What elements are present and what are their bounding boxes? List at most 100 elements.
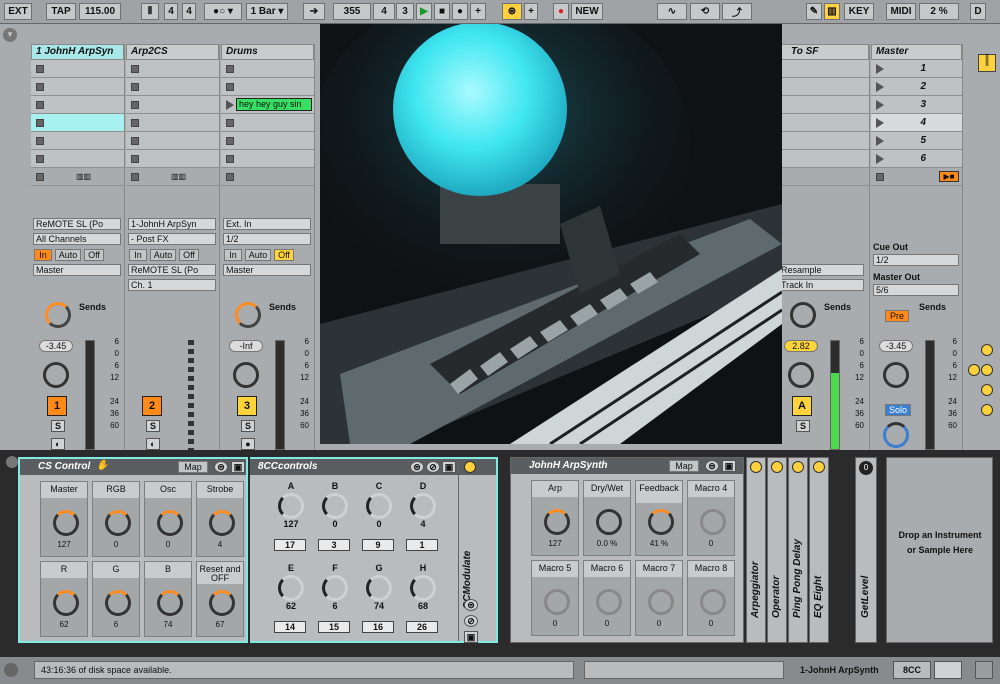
collapse-icon[interactable] (4, 663, 18, 677)
macro-knob[interactable] (105, 510, 131, 536)
track-activator-button[interactable]: 1 (47, 396, 67, 416)
stop-clip-icon[interactable] (226, 173, 234, 181)
macro-3[interactable]: Osc 0 (144, 481, 192, 557)
macro-knob[interactable] (700, 589, 726, 615)
crossfader-toggle-icon[interactable] (981, 404, 993, 416)
device-on-icon[interactable] (750, 461, 762, 473)
automation-arm-icon[interactable]: + (524, 3, 538, 20)
output-menu[interactable]: Resample (778, 264, 864, 276)
stop-square-icon[interactable] (226, 137, 234, 145)
record-icon[interactable]: ● (452, 3, 468, 20)
macro-8[interactable]: Reset and OFF 67 (196, 561, 244, 637)
device-on-icon[interactable] (771, 461, 783, 473)
stop-square-icon[interactable] (226, 83, 234, 91)
edit-icon[interactable]: ⊘ (464, 615, 478, 627)
cue-volume-knob[interactable] (883, 422, 909, 448)
send-knob[interactable] (45, 302, 71, 328)
map-button[interactable]: Map (669, 460, 699, 472)
cc-number-box[interactable]: 9 (362, 539, 394, 551)
output-menu[interactable]: Master (223, 264, 311, 276)
monitor-auto-button[interactable]: Auto (245, 249, 271, 261)
solo-cue-button[interactable]: Solo (885, 404, 911, 416)
monitor-off-button[interactable]: Off (274, 249, 294, 261)
midi-map-button[interactable]: MIDI (886, 3, 916, 20)
volume-field[interactable]: -3.45 (39, 340, 73, 352)
device-on-icon[interactable] (792, 461, 804, 473)
macro-6[interactable]: Macro 6 0 (583, 560, 631, 636)
cc-knob[interactable] (278, 493, 304, 519)
operator-device[interactable]: Operator (767, 457, 787, 643)
macro-knob[interactable] (544, 509, 570, 535)
sends-toggle-icon[interactable] (968, 364, 980, 376)
play-icon[interactable]: ▶ (416, 3, 432, 20)
key-map-button[interactable]: KEY (844, 3, 874, 20)
arm-icon[interactable]: ◐ (51, 438, 65, 450)
macro-8[interactable]: Macro 8 0 (687, 560, 735, 636)
output-channel-menu[interactable]: Ch. 1 (128, 279, 216, 291)
follow-icon[interactable]: ➔ (303, 3, 325, 20)
stop-square-icon[interactable] (36, 83, 44, 91)
hot-swap-icon[interactable]: ⊜ (410, 461, 424, 473)
master-out-menu[interactable]: 5/6 (873, 284, 959, 296)
overdub-icon[interactable]: ⊛ (502, 3, 522, 20)
save-icon[interactable]: ▣ (722, 460, 736, 472)
device-on-icon[interactable]: 0 (859, 461, 873, 475)
scene-launch-icon[interactable] (876, 136, 884, 146)
solo-button[interactable]: S (51, 420, 65, 432)
scene-launch-icon[interactable] (876, 82, 884, 92)
edit-icon[interactable]: ⊘ (426, 461, 440, 473)
nudge-icon[interactable]: ⦀ (141, 3, 159, 20)
session-view-icon[interactable]: ║ (978, 54, 996, 72)
monitor-off-button[interactable]: Off (179, 249, 199, 261)
input-channel-menu[interactable]: - Post FX (128, 233, 216, 245)
track-in-menu[interactable]: Track In (778, 279, 864, 291)
macro-knob[interactable] (105, 590, 131, 616)
scene-launch-icon[interactable] (876, 64, 884, 74)
panel-toggle-icon[interactable] (975, 661, 993, 679)
macro-knob[interactable] (53, 510, 79, 536)
cc-knob[interactable] (366, 493, 392, 519)
save-icon[interactable]: ▣ (442, 461, 456, 473)
scene-launch-icon[interactable] (876, 100, 884, 110)
signature-denominator[interactable]: 4 (182, 3, 196, 20)
stop-square-icon[interactable] (131, 101, 139, 109)
macro-knob[interactable] (648, 589, 674, 615)
cc-number-box[interactable]: 16 (362, 621, 394, 633)
stop-square-icon[interactable] (36, 137, 44, 145)
macro-knob[interactable] (648, 509, 674, 535)
cc-knob[interactable] (410, 493, 436, 519)
clip[interactable]: hey hey guy sin (236, 98, 312, 111)
monitor-auto-button[interactable]: Auto (55, 249, 81, 261)
monitor-in-button[interactable]: In (129, 249, 147, 261)
add-icon[interactable]: + (470, 3, 486, 20)
stop-square-icon[interactable] (36, 101, 44, 109)
device-tab[interactable]: 8CC (893, 661, 931, 679)
arm-icon[interactable]: ◐ (146, 438, 160, 450)
macro-knob[interactable] (544, 589, 570, 615)
device-on-icon[interactable] (813, 461, 825, 473)
eq-eight-device[interactable]: EQ Eight (809, 457, 829, 643)
stop-square-icon[interactable] (36, 65, 44, 73)
punch-icon[interactable]: ⤴ (722, 3, 752, 20)
stop-square-icon[interactable] (226, 155, 234, 163)
pan-knob[interactable] (233, 362, 259, 388)
stop-square-icon[interactable] (131, 155, 139, 163)
device-title[interactable]: 8CCcontrols (250, 459, 496, 475)
device-on-icon[interactable] (464, 461, 476, 473)
track-title[interactable]: 1 JohnH ArpSyn (31, 44, 124, 60)
cc-knob[interactable] (366, 575, 392, 601)
stop-square-icon[interactable] (131, 137, 139, 145)
loop-envelope-icon[interactable]: ∿ (657, 3, 687, 20)
save-icon[interactable]: ▣ (464, 631, 478, 643)
arm-icon[interactable]: ● (241, 438, 255, 450)
output-menu[interactable]: ReMOTE SL (Po (128, 264, 216, 276)
scene-launch-icon[interactable] (876, 118, 884, 128)
mixer-toggle-icon[interactable] (981, 384, 993, 396)
monitor-in-button[interactable]: In (224, 249, 242, 261)
track-activator-button[interactable]: A (792, 396, 812, 416)
macro-knob[interactable] (700, 509, 726, 535)
metronome-button[interactable]: ●○ ▾ (204, 3, 242, 20)
solo-button[interactable]: S (146, 420, 160, 432)
macro-knob[interactable] (53, 590, 79, 616)
macro-3[interactable]: Feedback 41 % (635, 480, 683, 556)
